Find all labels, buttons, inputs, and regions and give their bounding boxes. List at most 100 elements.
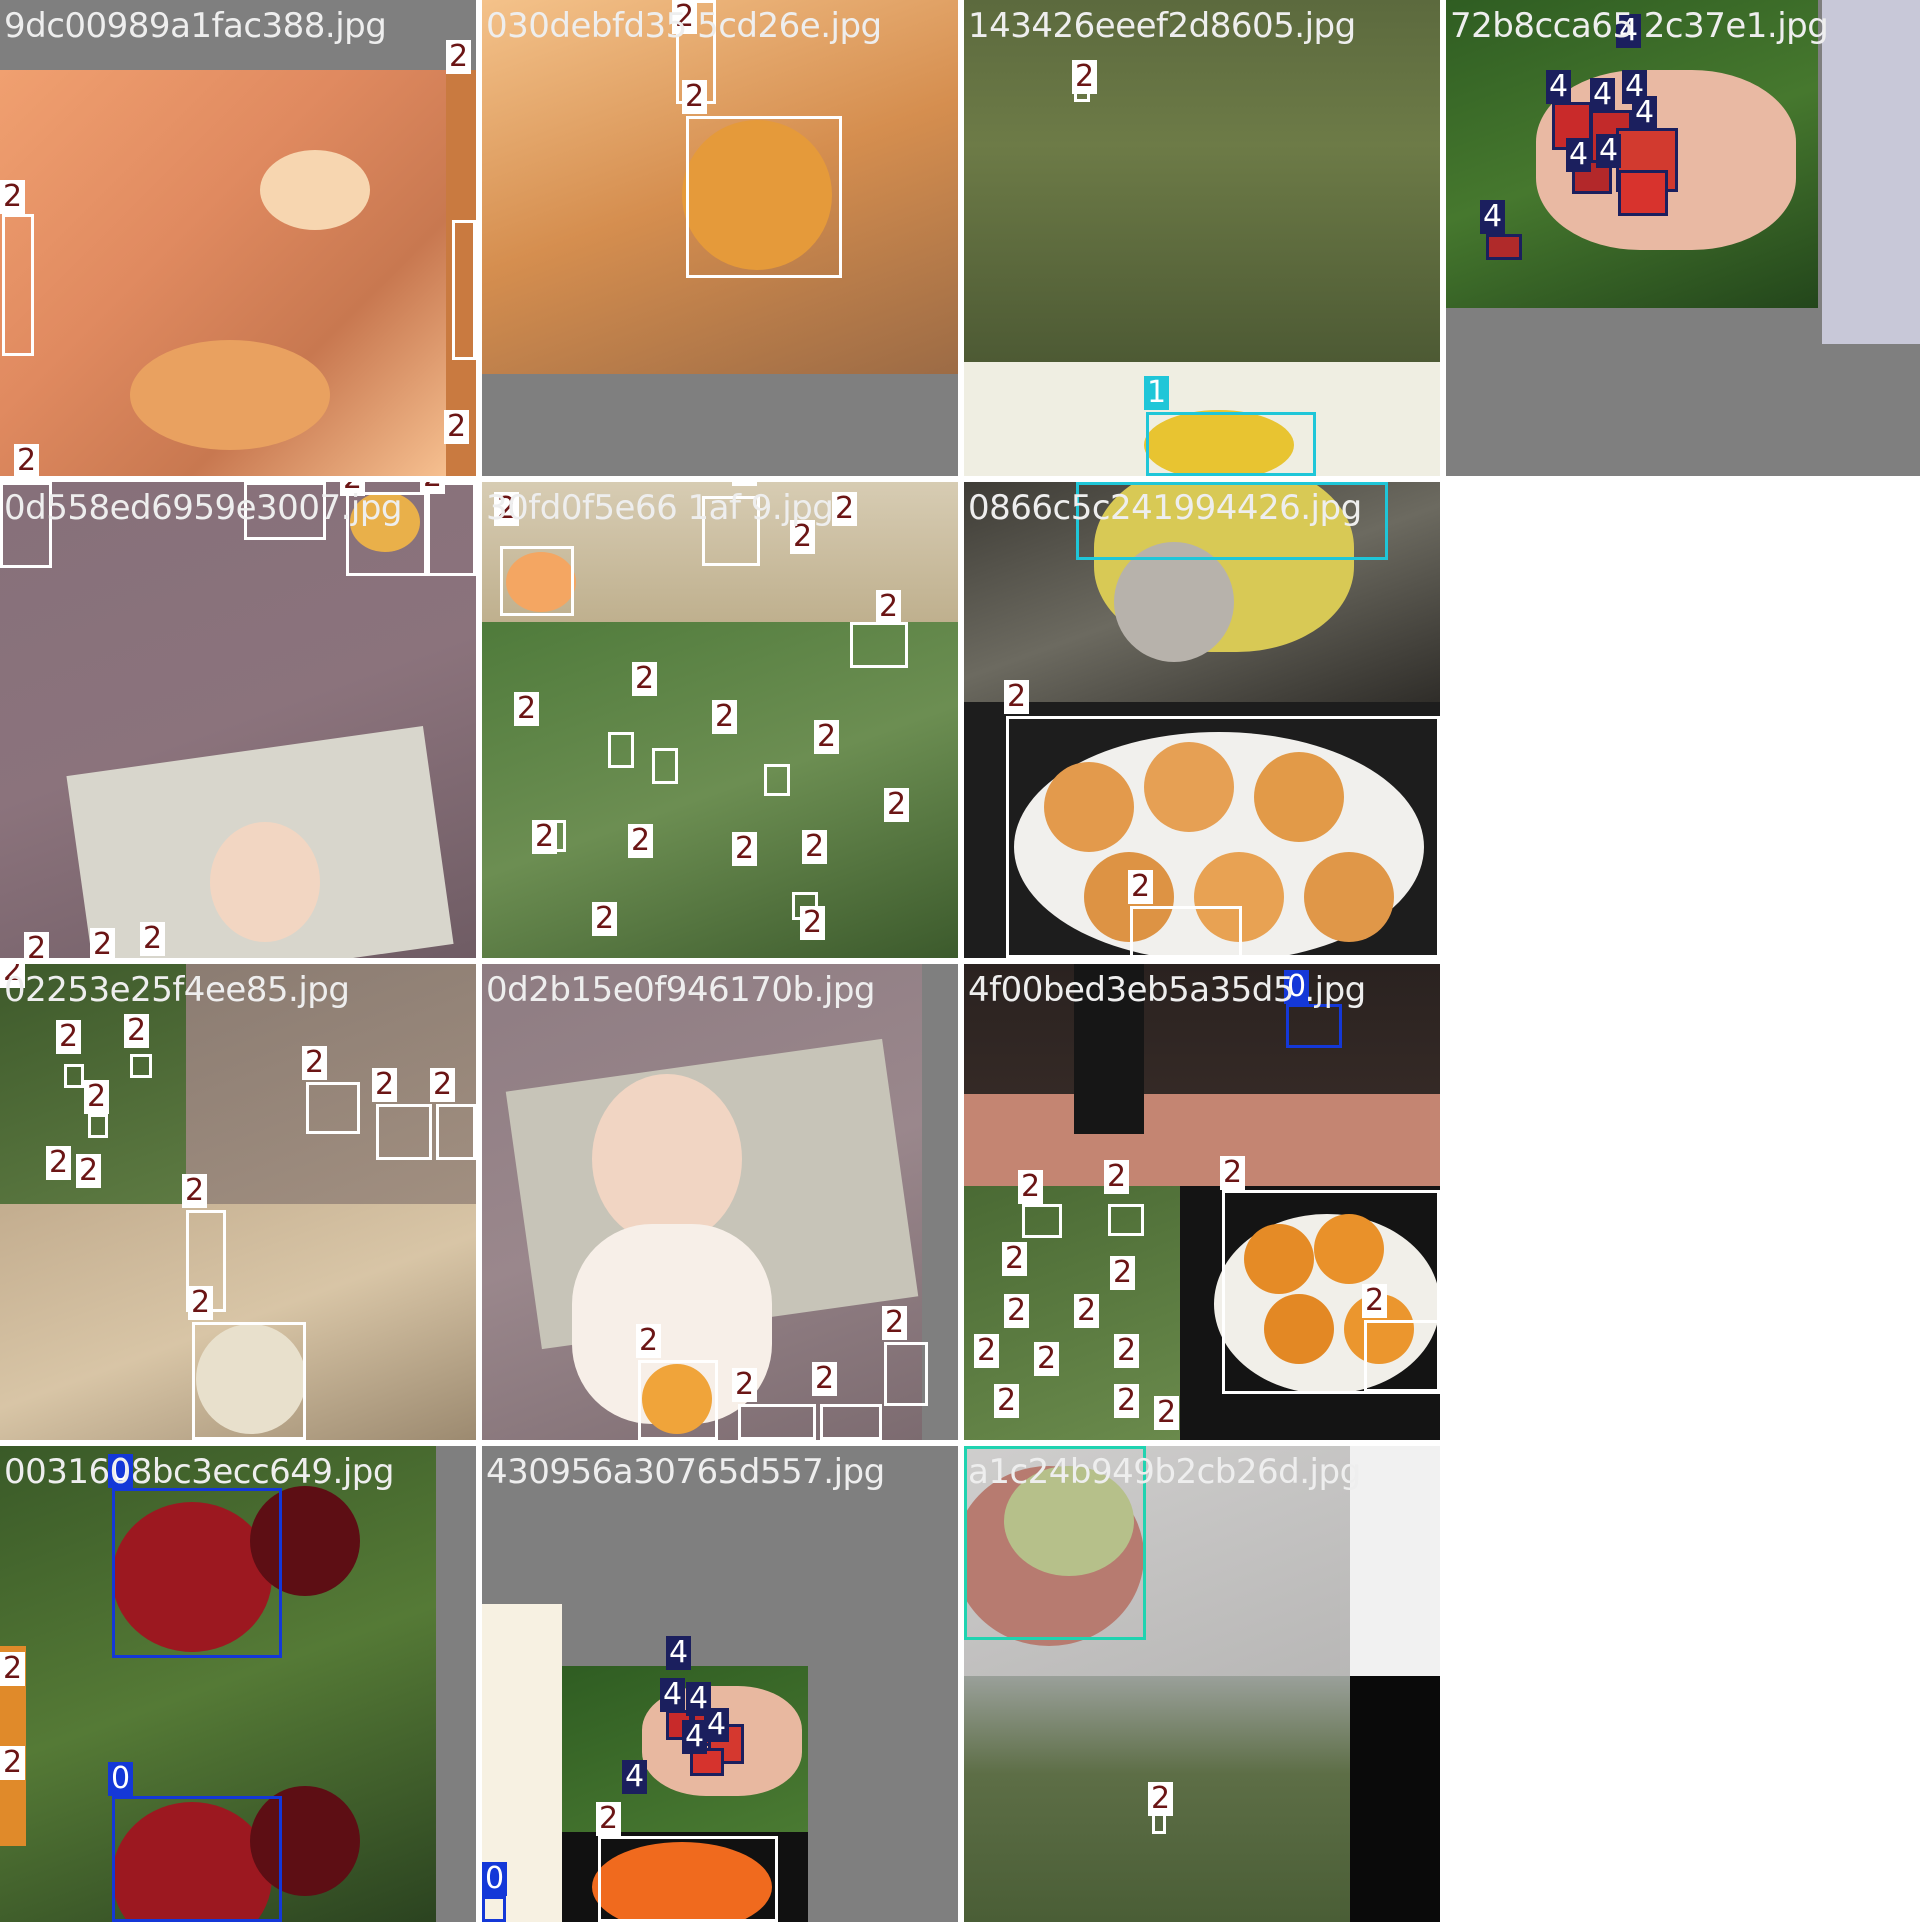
class-label: 4 — [666, 1636, 692, 1670]
tile-filename: 02253e25f4ee85.jpg — [4, 970, 350, 1010]
detection-box[interactable] — [306, 1082, 360, 1134]
tile-filename: 030debfd35 5cd26e.jpg — [486, 6, 882, 46]
detection-box[interactable] — [88, 1114, 108, 1138]
detection-box[interactable] — [764, 764, 790, 796]
image-region — [1350, 1676, 1440, 1922]
detection-box[interactable] — [482, 1896, 506, 1922]
detection-box[interactable] — [884, 1342, 928, 1406]
mosaic-tile-9[interactable]: 0d2b15e0f946170b.jpg 2 2 2 2 — [482, 964, 958, 1440]
tile-filename: 0d558ed6959e3007.jpg — [4, 488, 403, 528]
detection-box[interactable] — [452, 220, 476, 360]
image-region — [1350, 1446, 1440, 1676]
detection-box[interactable] — [112, 1796, 282, 1922]
class-label: 2 — [632, 662, 658, 696]
class-label: 2 — [1154, 1396, 1180, 1430]
detection-box[interactable] — [2, 214, 34, 356]
detection-box[interactable] — [608, 732, 634, 768]
class-label: 2 — [430, 1068, 456, 1102]
detection-box[interactable] — [1486, 234, 1522, 260]
mosaic-tile-7[interactable]: 0866c5c241994426.jpg 1 1 2 2 — [964, 482, 1440, 958]
class-label: 2 — [876, 590, 902, 624]
tile-filename: 430956a30765d557.jpg — [486, 1452, 885, 1492]
tile-filename: 30fd0f5e66 1af 9.jpg — [486, 488, 834, 528]
tile-filename: 72b8cca65 2c37e1.jpg — [1450, 6, 1829, 46]
detection-box[interactable] — [192, 1322, 306, 1440]
class-label: 2 — [514, 692, 540, 726]
detection-box[interactable] — [598, 1836, 778, 1922]
fruit-shape — [1114, 542, 1234, 662]
mosaic-tile-6[interactable]: 30fd0f5e66 1af 9.jpg 2 2 2 2 2 2 2 2 2 2… — [482, 482, 958, 958]
fruit-shape — [130, 340, 330, 450]
detection-box[interactable] — [652, 748, 678, 784]
class-label: 4 — [1480, 200, 1506, 234]
mosaic-tile-3[interactable]: 143426eeef2d8605.jpg 2 1 — [964, 0, 1440, 476]
class-label: 2 — [1018, 1170, 1044, 1204]
class-label: 2 — [420, 482, 446, 494]
tile-filename: 9dc00989a1fac388.jpg — [4, 6, 387, 46]
mosaic-tile-1[interactable]: 9dc00989a1fac388.jpg 2 2 2 2 — [0, 0, 476, 476]
mosaic-tile-12[interactable]: 430956a30765d557.jpg 4 4 4 4 4 4 2 0 — [482, 1446, 958, 1922]
detection-box[interactable] — [820, 1404, 882, 1440]
detection-box[interactable] — [500, 546, 574, 616]
class-label: 2 — [812, 1362, 838, 1396]
class-label: 2 — [1148, 1782, 1174, 1816]
detection-box[interactable] — [1286, 1004, 1342, 1048]
class-label: 2 — [0, 1652, 26, 1686]
detection-box[interactable] — [1130, 906, 1242, 958]
detection-box[interactable] — [130, 1054, 152, 1078]
detection-box[interactable] — [686, 116, 842, 278]
class-label: 2 — [732, 832, 758, 866]
detection-box[interactable] — [1146, 412, 1316, 476]
tile-filename: 0d2b15e0f946170b.jpg — [486, 970, 876, 1010]
detection-box[interactable] — [1022, 1204, 1062, 1238]
class-label: 2 — [302, 1046, 328, 1080]
class-label: 2 — [182, 1174, 208, 1208]
mosaic-tile-11[interactable]: 0031608bc3ecc649.jpg 0 0 2 2 — [0, 1446, 476, 1922]
class-label: 2 — [994, 1384, 1020, 1418]
detection-box[interactable] — [850, 622, 908, 668]
class-label: 4 — [660, 1678, 686, 1712]
class-label: 2 — [0, 180, 26, 214]
class-label: 2 — [1220, 1156, 1246, 1190]
tile-filename: a1c24b949b2cb26d.jpg — [968, 1452, 1361, 1492]
class-label: 2 — [0, 1746, 26, 1780]
class-label: 2 — [46, 1146, 72, 1180]
detection-box[interactable] — [112, 1488, 282, 1658]
class-label: 2 — [56, 1020, 82, 1054]
class-label: 2 — [1110, 1256, 1136, 1290]
class-label: 2 — [14, 444, 40, 476]
fruit-shape — [210, 822, 320, 942]
class-label: 3 — [964, 1446, 990, 1448]
mosaic-tile-2[interactable]: 030debfd35 5cd26e.jpg 2 2 — [482, 0, 958, 476]
detection-box[interactable] — [1618, 170, 1668, 216]
detection-box[interactable] — [1364, 1320, 1440, 1392]
class-label: 4 — [1590, 78, 1616, 112]
class-label: 2 — [814, 720, 840, 754]
class-label: 2 — [1104, 1160, 1130, 1194]
class-label: 2 — [884, 788, 910, 822]
class-label: 2 — [592, 902, 618, 936]
detection-box[interactable] — [64, 1064, 84, 1088]
class-label: 2 — [732, 482, 758, 486]
detection-box[interactable] — [436, 1104, 476, 1160]
class-label: 4 — [1596, 134, 1622, 168]
mosaic-tile-5[interactable]: 0d558ed6959e3007.jpg 2 2 2 2 2 2 — [0, 482, 476, 958]
detection-box[interactable] — [638, 1360, 718, 1440]
class-label: 4 — [1632, 96, 1658, 130]
fruit-shape — [260, 150, 370, 230]
class-label: 2 — [882, 1306, 908, 1340]
class-label: 2 — [732, 1368, 758, 1402]
class-label: 4 — [1546, 70, 1572, 104]
mosaic-tile-4[interactable]: 72b8cca65 2c37e1.jpg 4 4 4 4 4 4 4 4 — [1446, 0, 1920, 476]
mosaic-tile-8[interactable]: 02253e25f4ee85.jpg 2 2 2 2 2 2 2 2 2 2 2 — [0, 964, 476, 1440]
detection-box[interactable] — [376, 1104, 432, 1160]
class-label: 2 — [1072, 60, 1098, 94]
detection-box[interactable] — [738, 1404, 816, 1440]
class-label: 2 — [712, 700, 738, 734]
mosaic-tile-13[interactable]: a1c24b949b2cb26d.jpg 3 2 — [964, 1446, 1440, 1922]
detection-box[interactable] — [424, 482, 476, 576]
class-label: 2 — [124, 1014, 150, 1048]
detection-box[interactable] — [1108, 1204, 1144, 1236]
mosaic-tile-10[interactable]: 4f00bed3eb5a35d5 .jpg 0 2 2 2 2 2 2 2 2 … — [964, 964, 1440, 1440]
class-label: 2 — [832, 492, 858, 526]
